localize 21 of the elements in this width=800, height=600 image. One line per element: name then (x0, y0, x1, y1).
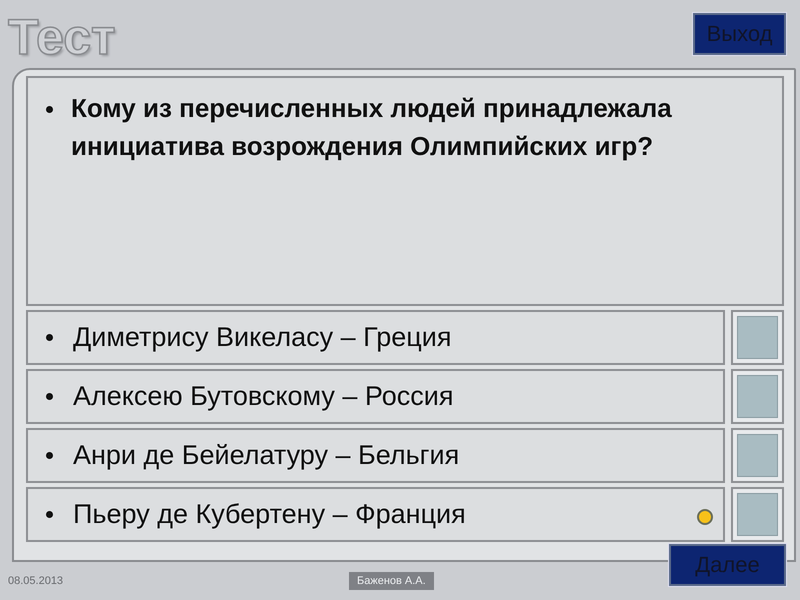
answer-option[interactable]: Диметрису Викеласу – Греция (26, 310, 725, 365)
slide-title: Тест (8, 12, 116, 62)
bullet-icon (46, 511, 53, 518)
date-label: 08.05.2013 (8, 575, 64, 587)
answer-option[interactable]: Анри де Бейелатуру – Бельгия (26, 428, 725, 483)
author-label: Баженов А.А. (349, 572, 434, 590)
answer-checkbox[interactable] (731, 487, 784, 542)
question-text: Кому из перечисленных людей принадлежала инициатива возрождения Олимпийских игр? (71, 92, 673, 163)
answer-option[interactable]: Алексею Бутовскому – Россия (26, 369, 725, 424)
bullet-icon (46, 452, 53, 459)
answer-checkbox[interactable] (731, 428, 784, 483)
answer-checkbox[interactable] (731, 369, 784, 424)
bullet-icon (46, 393, 53, 400)
answer-text: Пьеру де Кубертену – Франция (73, 499, 466, 530)
bullet-icon (46, 106, 53, 113)
answer-text: Диметрису Викеласу – Греция (73, 322, 452, 353)
answer-text: Алексею Бутовскому – Россия (73, 381, 454, 412)
answer-text: Анри де Бейелатуру – Бельгия (73, 440, 460, 471)
answer-checkbox[interactable] (731, 310, 784, 365)
answer-option[interactable]: Пьеру де Кубертену – Франция (26, 487, 725, 542)
bullet-icon (46, 334, 53, 341)
